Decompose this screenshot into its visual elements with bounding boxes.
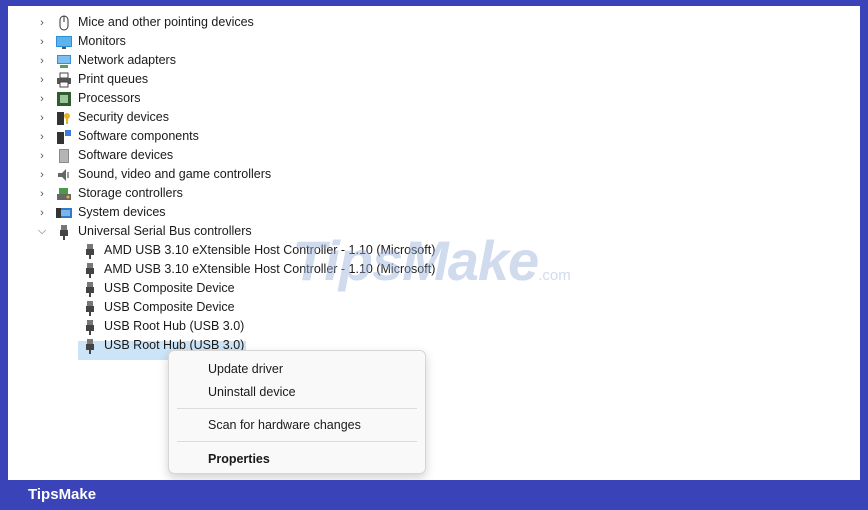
- printer-icon: [56, 72, 72, 88]
- menu-separator: [177, 408, 417, 409]
- software-component-icon: [56, 129, 72, 145]
- category-label: Security devices: [78, 110, 170, 124]
- category-usb-controllers[interactable]: ⌵ Universal Serial Bus controllers: [36, 222, 252, 241]
- usb-icon: [56, 224, 72, 240]
- chevron-right-icon[interactable]: ›: [36, 13, 48, 32]
- device-label: AMD USB 3.10 eXtensible Host Controller …: [104, 262, 436, 276]
- category-monitors[interactable]: › Monitors: [36, 32, 126, 51]
- processor-icon: [56, 91, 72, 107]
- category-label: System devices: [78, 205, 166, 219]
- category-storage-controllers[interactable]: › Storage controllers: [36, 184, 183, 203]
- device-label: AMD USB 3.10 eXtensible Host Controller …: [104, 243, 436, 257]
- category-label: Software components: [78, 129, 199, 143]
- category-network-adapters[interactable]: › Network adapters: [36, 51, 176, 70]
- device-item[interactable]: USB Root Hub (USB 3.0): [82, 317, 244, 336]
- category-sound-video[interactable]: › Sound, video and game controllers: [36, 165, 271, 184]
- device-label: USB Root Hub (USB 3.0): [104, 319, 245, 333]
- category-label: Network adapters: [78, 53, 176, 67]
- context-menu: Update driver Uninstall device Scan for …: [168, 350, 426, 474]
- usb-icon: [82, 300, 98, 316]
- usb-icon: [82, 319, 98, 335]
- menu-item-update-driver[interactable]: Update driver: [169, 357, 425, 381]
- chevron-right-icon[interactable]: ›: [36, 108, 48, 127]
- monitor-icon: [56, 34, 72, 50]
- device-item[interactable]: AMD USB 3.10 eXtensible Host Controller …: [82, 241, 435, 260]
- category-label: Monitors: [78, 34, 126, 48]
- network-adapter-icon: [56, 53, 72, 69]
- category-system-devices[interactable]: › System devices: [36, 203, 166, 222]
- speaker-icon: [56, 167, 72, 183]
- category-label: Print queues: [78, 72, 149, 86]
- chevron-right-icon[interactable]: ›: [36, 127, 48, 146]
- footer-brand: TipsMake: [0, 480, 868, 510]
- chevron-right-icon[interactable]: ›: [36, 165, 48, 184]
- category-label: Sound, video and game controllers: [78, 167, 272, 181]
- chevron-right-icon[interactable]: ›: [36, 51, 48, 70]
- usb-icon: [82, 338, 98, 354]
- security-device-icon: [56, 110, 72, 126]
- device-label: USB Composite Device: [104, 300, 235, 314]
- device-item[interactable]: USB Composite Device: [82, 279, 235, 298]
- category-label: Processors: [78, 91, 141, 105]
- usb-icon: [82, 262, 98, 278]
- device-item[interactable]: AMD USB 3.10 eXtensible Host Controller …: [82, 260, 435, 279]
- chevron-right-icon[interactable]: ›: [36, 146, 48, 165]
- category-software-devices[interactable]: › Software devices: [36, 146, 173, 165]
- category-label: Software devices: [78, 148, 174, 162]
- system-devices-icon: [56, 205, 72, 221]
- usb-icon: [82, 281, 98, 297]
- storage-controller-icon: [56, 186, 72, 202]
- menu-item-uninstall-device[interactable]: Uninstall device: [169, 380, 425, 404]
- device-manager-window: › Mice and other pointing devices › Moni…: [8, 6, 860, 480]
- category-security-devices[interactable]: › Security devices: [36, 108, 169, 127]
- device-item[interactable]: USB Composite Device: [82, 298, 235, 317]
- chevron-right-icon[interactable]: ›: [36, 203, 48, 222]
- menu-item-properties[interactable]: Properties: [169, 447, 425, 471]
- category-label: Mice and other pointing devices: [78, 15, 254, 29]
- chevron-right-icon[interactable]: ›: [36, 70, 48, 89]
- chevron-down-icon[interactable]: ⌵: [36, 222, 48, 241]
- chevron-right-icon[interactable]: ›: [36, 89, 48, 108]
- usb-icon: [82, 243, 98, 259]
- menu-separator: [177, 441, 417, 442]
- device-label: USB Composite Device: [104, 281, 235, 295]
- watermark-suffix: .com: [538, 267, 571, 284]
- category-label: Storage controllers: [78, 186, 183, 200]
- category-print-queues[interactable]: › Print queues: [36, 70, 148, 89]
- category-label: Universal Serial Bus controllers: [78, 224, 252, 238]
- menu-item-scan-hardware[interactable]: Scan for hardware changes: [169, 413, 425, 437]
- category-software-components[interactable]: › Software components: [36, 127, 199, 146]
- mouse-icon: [56, 15, 72, 31]
- category-processors[interactable]: › Processors: [36, 89, 141, 108]
- software-device-icon: [56, 148, 72, 164]
- chevron-right-icon[interactable]: ›: [36, 32, 48, 51]
- category-mice[interactable]: › Mice and other pointing devices: [36, 13, 254, 32]
- chevron-right-icon[interactable]: ›: [36, 184, 48, 203]
